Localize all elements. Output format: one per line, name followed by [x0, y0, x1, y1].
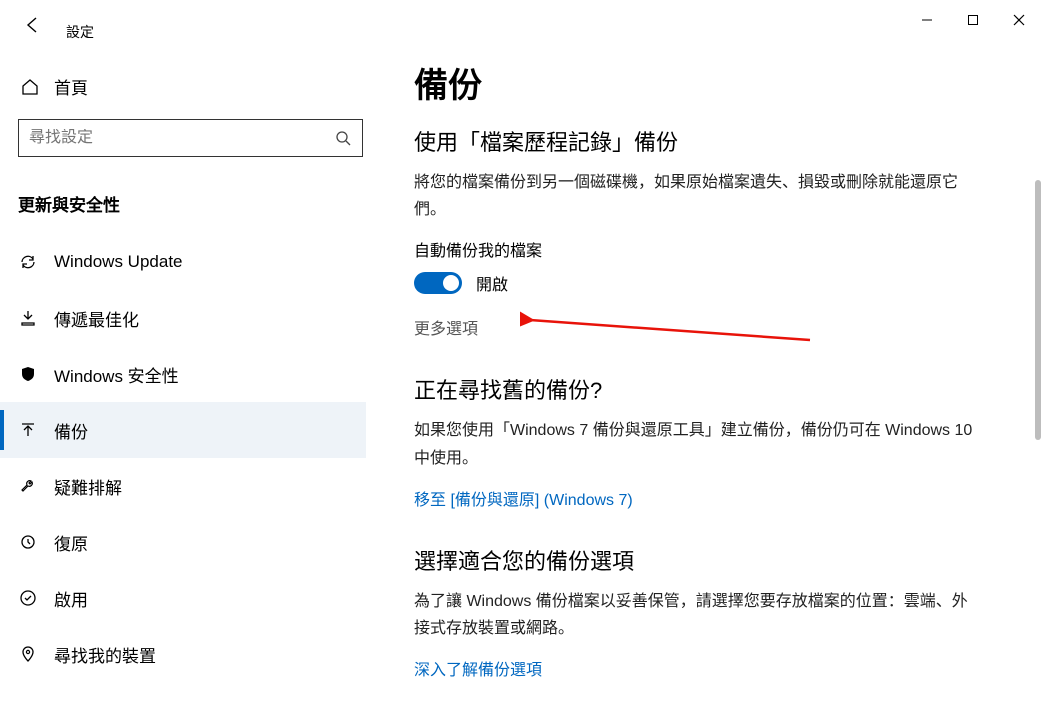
sidebar-item-label: 尋找我的裝置: [54, 642, 156, 667]
sidebar-item-label: 備份: [54, 418, 88, 443]
close-button[interactable]: [996, 4, 1042, 36]
search-input[interactable]: [29, 129, 334, 147]
more-options-link[interactable]: 更多選項: [414, 315, 1026, 339]
search-icon: [334, 129, 352, 147]
back-button[interactable]: [18, 10, 48, 40]
section2-desc: 如果您使用「Windows 7 備份與還原工具」建立備份，備份仍可在 Windo…: [414, 417, 974, 471]
sidebar-item-windows-update[interactable]: Windows Update: [0, 234, 366, 290]
sidebar-item-windows-security[interactable]: Windows 安全性: [0, 346, 366, 402]
sidebar-item-label: 啟用: [54, 586, 88, 611]
section-header: 更新與安全性: [18, 191, 366, 216]
home-icon: [20, 78, 40, 96]
app-title: 設定: [66, 22, 94, 42]
sidebar-item-recovery[interactable]: 復原: [0, 514, 366, 570]
activation-icon: [18, 589, 38, 607]
section1-desc: 將您的檔案備份到另一個磁碟機，如果原始檔案遺失、損毀或刪除就能還原它們。: [414, 169, 974, 223]
delivery-icon: [18, 309, 38, 327]
sidebar-item-label: 傳遞最佳化: [54, 306, 139, 331]
toggle-state: 開啟: [476, 271, 508, 295]
sync-icon: [18, 253, 38, 271]
learn-more-link[interactable]: 深入了解備份選項: [414, 656, 1026, 680]
section1-heading: 使用「檔案歷程記錄」備份: [414, 125, 1026, 157]
section2-heading: 正在尋找舊的備份?: [414, 373, 1026, 405]
auto-backup-toggle[interactable]: [414, 272, 462, 294]
recovery-icon: [18, 533, 38, 551]
sidebar-item-troubleshoot[interactable]: 疑難排解: [0, 458, 366, 514]
sidebar-item-backup[interactable]: 備份: [0, 402, 366, 458]
maximize-button[interactable]: [950, 4, 996, 36]
toggle-label: 自動備份我的檔案: [414, 237, 1026, 261]
section3-desc: 為了讓 Windows 備份檔案以妥善保管，請選擇您要存放檔案的位置：雲端、外接…: [414, 588, 974, 642]
section3-heading: 選擇適合您的備份選項: [414, 544, 1026, 576]
goto-backup-restore-link[interactable]: 移至 [備份與還原] (Windows 7): [414, 486, 1026, 510]
shield-icon: [18, 365, 38, 383]
sidebar-item-activation[interactable]: 啟用: [0, 570, 366, 626]
sidebar-item-label: 復原: [54, 530, 88, 555]
sidebar-item-label: Windows 安全性: [54, 362, 179, 387]
scrollbar-thumb[interactable]: [1035, 180, 1041, 440]
sidebar-item-find-my-device[interactable]: 尋找我的裝置: [0, 626, 366, 682]
home-button[interactable]: 首頁: [18, 62, 366, 113]
location-icon: [18, 645, 38, 663]
page-title: 備份: [414, 58, 1026, 107]
wrench-icon: [18, 477, 38, 495]
sidebar-item-delivery-optimization[interactable]: 傳遞最佳化: [0, 290, 366, 346]
home-label: 首頁: [54, 74, 88, 99]
sidebar-item-label: Windows Update: [54, 252, 183, 272]
sidebar-item-label: 疑難排解: [54, 474, 122, 499]
backup-icon: [18, 421, 38, 439]
minimize-button[interactable]: [904, 4, 950, 36]
search-input-container[interactable]: [18, 119, 363, 157]
